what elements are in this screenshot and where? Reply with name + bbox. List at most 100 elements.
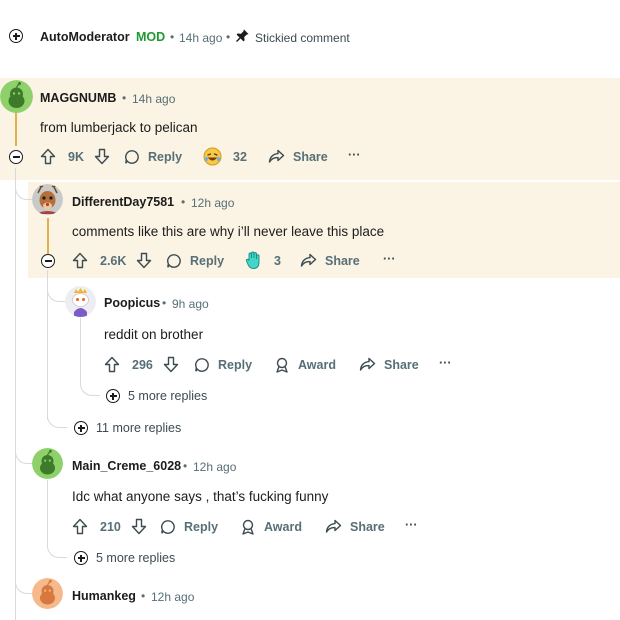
vote-count: 2.6K [100,253,127,268]
thread-line-differentday [47,218,49,254]
more-options-button[interactable]: ··· [439,356,452,370]
separator: • [162,296,167,310]
reply-button[interactable]: Reply [160,519,218,535]
snoo-avatar-icon [32,578,63,609]
award-button[interactable]: Award [274,357,336,373]
reply-icon [195,358,209,372]
more-replies-link[interactable]: 5 more replies [106,389,207,403]
avatar[interactable] [65,286,96,317]
snoo-avatar-icon [0,80,33,113]
thread-line-root [15,168,16,620]
sticky-username[interactable]: AutoModerator [40,30,130,44]
avatar[interactable] [32,184,63,215]
separator: • [141,589,146,603]
collapse-icon[interactable] [41,254,55,268]
mod-badge: MOD [136,30,166,44]
award-button[interactable]: 3 [245,251,281,270]
award-button[interactable]: Award [240,519,302,535]
vote-count: 9K [68,149,84,164]
more-replies-label: 11 more replies [96,421,182,435]
share-label: Share [325,253,360,268]
comment-time: 14h ago [132,92,176,106]
comment-time: 12h ago [193,460,237,474]
upvote-group: 296 [104,356,179,373]
share-label: Share [293,149,328,164]
reply-icon [125,150,139,164]
downvote-icon[interactable] [94,148,110,165]
comment-time: 12h ago [151,590,195,604]
expand-icon [106,389,120,403]
reply-button[interactable]: Reply [124,149,182,165]
sticky-label: Stickied comment [255,31,350,45]
upvote-icon[interactable] [104,356,120,373]
comment-username[interactable]: Poopicus [104,296,160,310]
downvote-icon[interactable] [136,252,152,269]
share-button[interactable]: Share [325,519,385,534]
pin-icon [236,29,249,42]
reply-label: Reply [190,254,225,268]
sticky-separator-2: • [226,30,231,44]
snoo-avatar-icon [32,448,63,479]
wave-hand-award-icon [245,251,260,269]
expand-icon [74,551,88,565]
more-options-button[interactable]: ··· [405,518,418,532]
avatar[interactable] [32,578,63,609]
elbow-poopicus [47,270,65,302]
reply-icon [161,520,175,534]
sticky-separator: • [170,30,175,44]
award-label: Award [264,520,302,534]
award-button[interactable]: 32 [203,147,247,166]
upvote-icon[interactable] [72,518,88,535]
comment-username[interactable]: Humankeg [72,589,136,603]
separator: • [181,195,186,209]
elbow-maincreme [15,432,33,464]
share-button[interactable]: Share [359,357,419,372]
share-label: Share [384,357,419,372]
reply-icon [167,254,181,268]
downvote-icon[interactable] [163,356,179,373]
comment-username[interactable]: Main_Creme_6028 [72,459,181,473]
thread-line-maincreme [47,480,48,548]
more-replies-link[interactable]: 11 more replies [74,421,181,435]
reply-button[interactable]: Reply [194,357,252,373]
comment-time: 9h ago [172,297,209,311]
share-label: Share [350,519,385,534]
more-replies-link[interactable]: 5 more replies [74,551,175,565]
downvote-icon[interactable] [131,518,147,535]
upvote-icon[interactable] [40,148,56,165]
more-options-button[interactable]: ··· [348,148,361,162]
elbow-humankeg [15,562,33,594]
upvote-group: 9K [40,148,110,165]
avatar[interactable] [32,448,63,479]
upvote-group: 2.6K [72,252,152,269]
share-button[interactable]: Share [300,253,360,268]
elbow-maincreme-more [47,540,67,558]
upvote-icon[interactable] [72,252,88,269]
share-icon [359,357,376,371]
thread-line-poopicus [80,318,81,384]
comment-username[interactable]: DifferentDay7581 [72,195,174,209]
expand-icon [74,421,88,435]
share-icon [300,253,317,267]
comment-body: from lumberjack to pelican [40,120,198,135]
avatar[interactable] [0,80,33,113]
reply-button[interactable]: Reply [166,253,224,269]
award-count: 32 [233,149,247,164]
vote-count: 296 [132,357,153,372]
award-icon [276,357,288,373]
comment-time: 12h ago [191,196,235,210]
more-replies-label: 5 more replies [128,389,208,403]
reply-label: Reply [218,358,253,372]
comment-body: reddit on brother [104,327,204,342]
expand-sticky-icon[interactable] [9,29,23,43]
award-count: 3 [274,253,281,268]
reply-label: Reply [148,150,183,164]
collapse-icon[interactable] [9,150,23,164]
laughing-award-icon [203,147,222,166]
share-button[interactable]: Share [268,149,328,164]
more-options-button[interactable]: ··· [383,252,396,266]
comment-username[interactable]: MAGGNUMB [40,91,116,105]
elbow-differentday [15,168,33,200]
sticky-time: 14h ago [179,31,223,45]
separator: • [122,91,127,105]
